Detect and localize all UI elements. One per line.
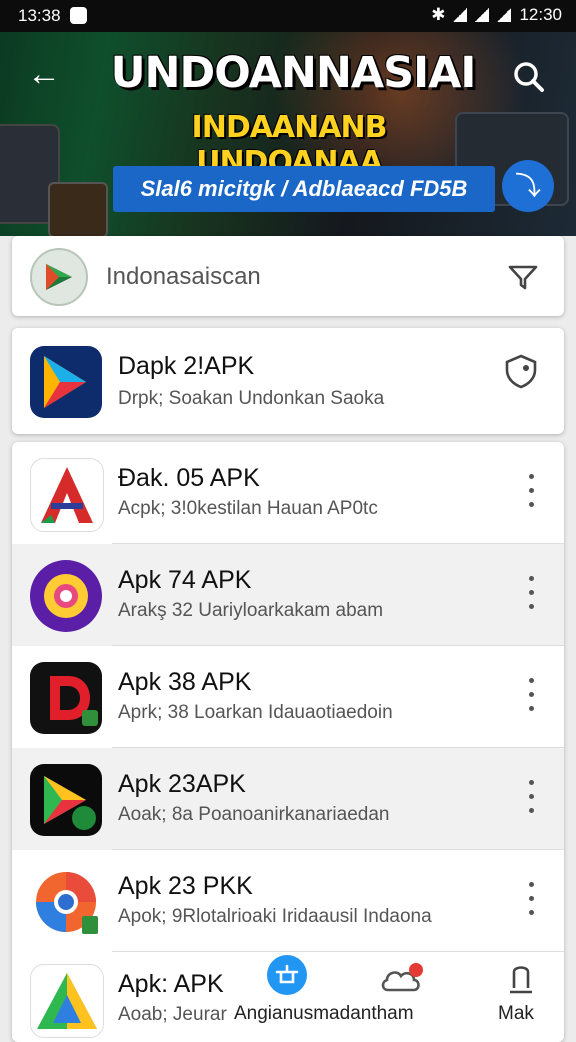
featured-app-card[interactable]: Dapk 2!APK Drpk; Soakan Undonkan Saoka: [12, 328, 564, 434]
notification-icon: [70, 7, 87, 24]
search-icon[interactable]: [510, 58, 548, 96]
app-title: Apk 74 APK: [118, 566, 252, 594]
app-icon-play: [30, 764, 102, 836]
cloud-icon[interactable]: [378, 962, 426, 998]
wifi-icon: [453, 8, 468, 22]
more-vert-icon[interactable]: [520, 470, 544, 514]
more-vert-icon[interactable]: [520, 776, 544, 820]
more-vert-icon[interactable]: [520, 572, 544, 616]
app-icon-a: [30, 458, 104, 532]
list-item[interactable]: Đak. 05 APK Acpk; 3!0kestilan Hauan AP0t…: [12, 442, 564, 544]
device-illustration: [48, 182, 108, 236]
home-icon[interactable]: [267, 955, 307, 995]
status-bar: 13:38 ✱ 12:30: [0, 0, 576, 32]
download-fab-icon[interactable]: ⤵: [502, 160, 554, 212]
app-title: Apk: APK: [118, 970, 224, 998]
app-subtitle: Arakş 32 Uariyloarkakam abam: [118, 600, 384, 621]
status-time-left: 13:38: [18, 6, 61, 25]
shield-icon[interactable]: [502, 352, 540, 390]
app-subtitle: Apok; 9Rlotalrioaki Iridaausil Indaona: [118, 906, 432, 927]
signal-icon: [475, 8, 490, 22]
app-icon-purple: [30, 560, 102, 632]
status-icons: ✱ 12:30: [431, 5, 562, 25]
app-subtitle: Acpk; 3!0kestilan Hauan AP0tc: [118, 498, 378, 519]
app-icon-triangle: [30, 964, 104, 1038]
banner-cta-button[interactable]: Slal6 micitgk / Adblaeacd FD5B: [113, 166, 495, 212]
play-store-icon: [30, 346, 102, 418]
nav-right-label[interactable]: Mak: [498, 1003, 534, 1025]
app-title: Apk 23APK: [118, 770, 246, 798]
app-list: Đak. 05 APK Acpk; 3!0kestilan Hauan AP0t…: [12, 442, 564, 1042]
app-title: Apk 23 PKK: [118, 872, 253, 900]
app-icon-chrome: [30, 866, 102, 938]
nav-center-label[interactable]: Angianusmadantham: [234, 1003, 414, 1025]
profile-icon[interactable]: [506, 962, 536, 998]
list-item[interactable]: Apk 23 PKK Apok; 9Rlotalrioaki Iridaausi…: [12, 850, 564, 952]
filter-icon[interactable]: [506, 260, 540, 294]
app-subtitle: Aoab; Jeurar: [118, 1004, 227, 1025]
featured-app-subtitle: Drpk; Soakan Undonkan Saoka: [118, 388, 385, 409]
featured-app-title: Dapk 2!APK: [118, 352, 255, 380]
back-arrow-icon[interactable]: ←: [26, 57, 62, 94]
app-subtitle: Aprk; 38 Loarkan Idauaotiaedoin: [118, 702, 393, 723]
more-vert-icon[interactable]: [520, 674, 544, 718]
list-item[interactable]: Apk 23APK Aoak; 8a Poanoanirkanariaedan: [12, 748, 564, 850]
app-title: Apk 38 APK: [118, 668, 252, 696]
banner-title: UNDOANNASIAI: [110, 48, 477, 98]
signal-icon-2: [497, 8, 512, 22]
app-subtitle: Aoak; 8a Poanoanirkanariaedan: [118, 804, 390, 825]
app-title: Đak. 05 APK: [118, 464, 260, 492]
list-item[interactable]: Apk 38 APK Aprk; 38 Loarkan Idauaotiaedo…: [12, 646, 564, 748]
search-input[interactable]: [104, 254, 488, 300]
list-item[interactable]: Apk 74 APK Arakş 32 Uariyloarkakam abam: [12, 544, 564, 646]
more-vert-icon[interactable]: [520, 878, 544, 922]
app-logo-icon: [30, 248, 88, 306]
search-bar: [12, 236, 564, 316]
status-time-right: 12:30: [519, 5, 562, 24]
bluetooth-icon: ✱: [431, 5, 446, 24]
app-icon-red: [30, 662, 102, 734]
